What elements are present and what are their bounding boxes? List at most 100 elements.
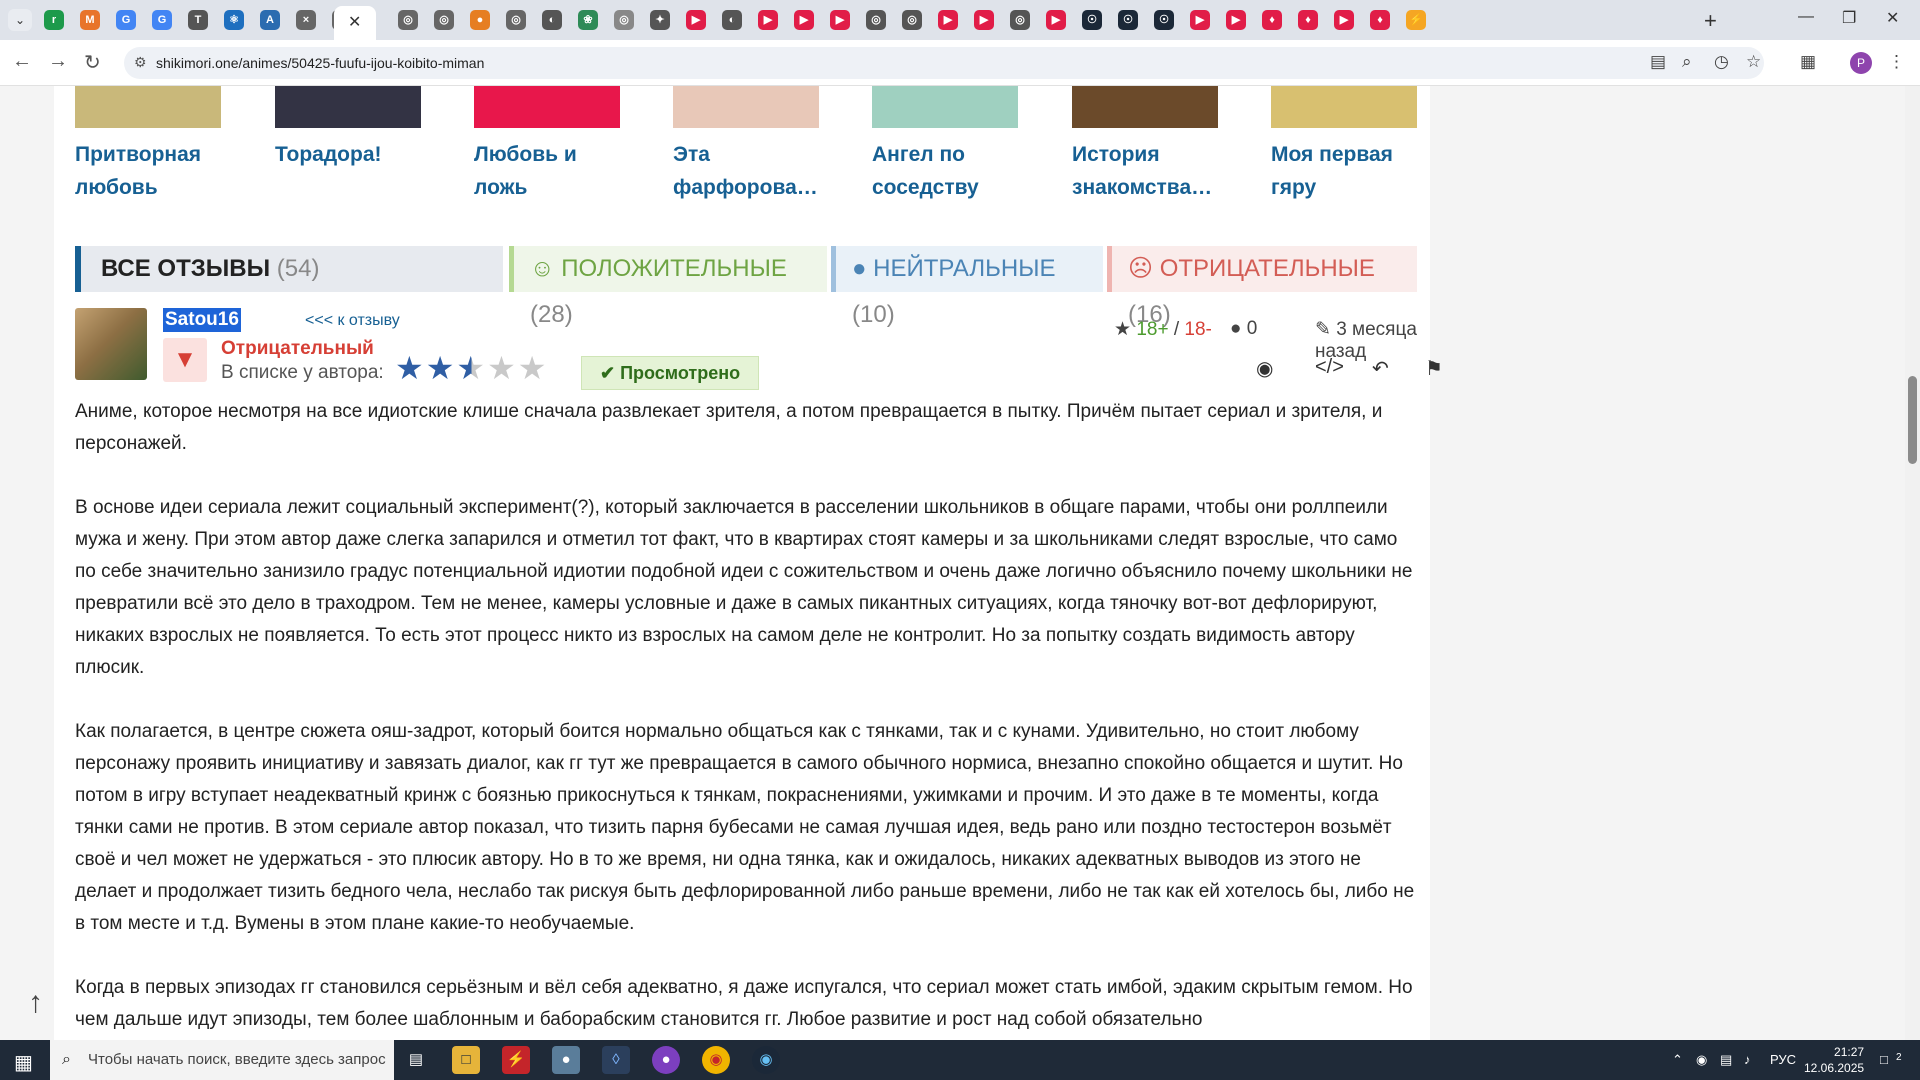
tab-favicon-icon[interactable]: ☉ bbox=[1118, 10, 1138, 30]
app-icon[interactable]: ● bbox=[652, 1046, 680, 1074]
browser-menu-icon[interactable]: ⋮ bbox=[1888, 52, 1905, 72]
tab-favicon-icon[interactable]: ▶ bbox=[1046, 10, 1066, 30]
tab-favicon-icon[interactable]: ◎ bbox=[866, 10, 886, 30]
similar-anime-item[interactable]: Торадора! bbox=[275, 86, 425, 171]
tab-favicon-icon[interactable]: ♦ bbox=[1370, 10, 1390, 30]
author-avatar[interactable] bbox=[75, 308, 147, 380]
profile-avatar[interactable]: P bbox=[1850, 52, 1872, 74]
input-language[interactable]: РУС bbox=[1770, 1052, 1796, 1067]
author-username[interactable]: Satou16 bbox=[163, 308, 241, 332]
tab-favicon-icon[interactable]: ⚛ bbox=[224, 10, 244, 30]
eye-icon[interactable]: ◉ bbox=[1256, 356, 1273, 381]
similar-anime-poster[interactable] bbox=[1271, 86, 1417, 128]
similar-anime-item[interactable]: Эта фарфорова… bbox=[673, 86, 823, 204]
volume-icon[interactable]: ♪ bbox=[1744, 1052, 1751, 1067]
forward-icon[interactable]: → bbox=[48, 50, 68, 73]
extensions-icon[interactable]: ▦ bbox=[1800, 52, 1816, 72]
report-flag-icon[interactable]: ⚑ bbox=[1425, 356, 1443, 381]
tab-favicon-icon[interactable]: r bbox=[44, 10, 64, 30]
site-info-icon[interactable]: ⚙ bbox=[134, 54, 147, 71]
active-tab[interactable]: ✕ bbox=[334, 6, 376, 40]
tab-favicon-icon[interactable]: ☉ bbox=[1154, 10, 1174, 30]
tab-favicon-icon[interactable]: ❀ bbox=[578, 10, 598, 30]
tab-positive-reviews[interactable]: ☺ ПОЛОЖИТЕЛЬНЫЕ (28) bbox=[509, 246, 827, 328]
tab-favicon-icon[interactable]: ▶ bbox=[794, 10, 814, 30]
similar-anime-item[interactable]: История знакомства… bbox=[1072, 86, 1222, 204]
similar-anime-title[interactable]: Любовь и ложь bbox=[474, 138, 624, 204]
tab-search-button[interactable]: ⌄ bbox=[8, 9, 32, 31]
reload-icon[interactable]: ↻ bbox=[84, 50, 101, 75]
reply-icon[interactable]: ↶ bbox=[1372, 356, 1389, 381]
age-plus[interactable]: 18+ bbox=[1136, 319, 1168, 340]
taskbar-search-field[interactable]: ⌕ Чтобы начать поиск, введите здесь запр… bbox=[50, 1040, 394, 1080]
url-text[interactable]: shikimori.one/animes/50425-fuufu-ijou-ko… bbox=[156, 55, 484, 71]
task-view-icon[interactable]: ▤ bbox=[402, 1046, 430, 1074]
tray-overflow-icon[interactable]: ⌃ bbox=[1672, 1052, 1683, 1068]
close-window-icon[interactable]: ✕ bbox=[1886, 8, 1899, 28]
tab-favicon-icon[interactable]: ● bbox=[470, 10, 490, 30]
tab-negative-reviews[interactable]: ☹ ОТРИЦАТЕЛЬНЫЕ (16) bbox=[1107, 246, 1417, 328]
address-bar[interactable]: ⚙ shikimori.one/animes/50425-fuufu-ijou-… bbox=[124, 47, 1764, 79]
similar-anime-item[interactable]: Любовь и ложь bbox=[474, 86, 624, 204]
tab-favicon-icon[interactable]: ◎ bbox=[434, 10, 454, 30]
similar-anime-title[interactable]: Эта фарфорова… bbox=[673, 138, 823, 204]
similar-anime-title[interactable]: Притворная любовь bbox=[75, 138, 225, 204]
bookmark-star-icon[interactable]: ☆ bbox=[1746, 52, 1761, 72]
similar-anime-poster[interactable] bbox=[474, 86, 620, 128]
comments-count[interactable]: ● 0 bbox=[1230, 318, 1257, 340]
notifications-icon[interactable]: □ bbox=[1880, 1052, 1888, 1067]
file-explorer-icon[interactable]: □ bbox=[452, 1046, 480, 1074]
scrollbar-thumb[interactable] bbox=[1908, 376, 1917, 464]
steam-icon[interactable]: ◉ bbox=[752, 1046, 780, 1074]
similar-anime-item[interactable]: Ангел по соседству bbox=[872, 86, 1022, 204]
tab-favicon-icon[interactable]: ▶ bbox=[686, 10, 706, 30]
back-icon[interactable]: ← bbox=[12, 50, 32, 73]
tab-favicon-icon[interactable]: A bbox=[260, 10, 280, 30]
tab-favicon-icon[interactable]: ⚡ bbox=[1406, 10, 1426, 30]
similar-anime-title[interactable]: Ангел по соседству bbox=[872, 138, 1022, 204]
tab-favicon-icon[interactable]: ▶ bbox=[938, 10, 958, 30]
tab-favicon-icon[interactable]: ☉ bbox=[1082, 10, 1102, 30]
similar-anime-title[interactable]: История знакомства… bbox=[1072, 138, 1222, 204]
similar-anime-title[interactable]: Торадора! bbox=[275, 138, 425, 171]
tray-steam-icon[interactable]: ◉ bbox=[1696, 1052, 1707, 1068]
embed-code-icon[interactable]: </> bbox=[1315, 356, 1344, 379]
tab-neutral-reviews[interactable]: ● НЕЙТРАЛЬНЫЕ (10) bbox=[831, 246, 1103, 328]
windows-start-icon[interactable]: ▦ bbox=[14, 1050, 33, 1075]
similar-anime-item[interactable]: Притворная любовь bbox=[75, 86, 225, 204]
similar-anime-title[interactable]: Моя первая гяру bbox=[1271, 138, 1421, 204]
tab-favicon-icon[interactable]: ◎ bbox=[1010, 10, 1030, 30]
similar-anime-poster[interactable] bbox=[673, 86, 819, 128]
back-to-review-link[interactable]: <<< к отзыву bbox=[305, 312, 400, 330]
tab-favicon-icon[interactable]: ◎ bbox=[614, 10, 634, 30]
chrome-icon[interactable]: ◉ bbox=[702, 1046, 730, 1074]
similar-anime-poster[interactable] bbox=[275, 86, 421, 128]
tab-favicon-icon[interactable]: ▶ bbox=[1190, 10, 1210, 30]
tab-favicon-icon[interactable]: ◎ bbox=[398, 10, 418, 30]
tab-favicon-icon[interactable]: ◎ bbox=[506, 10, 526, 30]
system-clock[interactable]: 21:27 12.06.2025 bbox=[1804, 1044, 1864, 1076]
network-icon[interactable]: ▤ bbox=[1720, 1052, 1732, 1068]
app-icon[interactable]: ⚡ bbox=[502, 1046, 530, 1074]
app-icon[interactable]: ◊ bbox=[602, 1046, 630, 1074]
tab-favicon-icon[interactable]: G bbox=[116, 10, 136, 30]
scroll-to-top-icon[interactable]: ↑ bbox=[28, 986, 43, 1020]
new-tab-button[interactable]: + bbox=[1704, 8, 1717, 34]
close-tab-icon[interactable]: ✕ bbox=[348, 12, 361, 32]
tab-favicon-icon[interactable]: ▶ bbox=[1334, 10, 1354, 30]
tab-favicon-icon[interactable]: T bbox=[188, 10, 208, 30]
tab-favicon-icon[interactable]: ♦ bbox=[1298, 10, 1318, 30]
tab-favicon-icon[interactable]: ♦ bbox=[1262, 10, 1282, 30]
similar-anime-poster[interactable] bbox=[75, 86, 221, 128]
tab-favicon-icon[interactable]: × bbox=[296, 10, 316, 30]
tab-favicon-icon[interactable]: ◐ bbox=[542, 10, 562, 30]
tab-favicon-icon[interactable]: ▶ bbox=[1226, 10, 1246, 30]
similar-anime-poster[interactable] bbox=[1072, 86, 1218, 128]
tab-favicon-icon[interactable]: G bbox=[152, 10, 172, 30]
install-app-icon[interactable]: ▤ bbox=[1650, 52, 1666, 72]
tab-favicon-icon[interactable]: ▶ bbox=[758, 10, 778, 30]
tab-favicon-icon[interactable]: ◎ bbox=[902, 10, 922, 30]
tab-all-reviews[interactable]: ВСЕ ОТЗЫВЫ (54) bbox=[75, 246, 503, 292]
tab-favicon-icon[interactable]: ◐ bbox=[722, 10, 742, 30]
tab-favicon-icon[interactable]: M bbox=[80, 10, 100, 30]
